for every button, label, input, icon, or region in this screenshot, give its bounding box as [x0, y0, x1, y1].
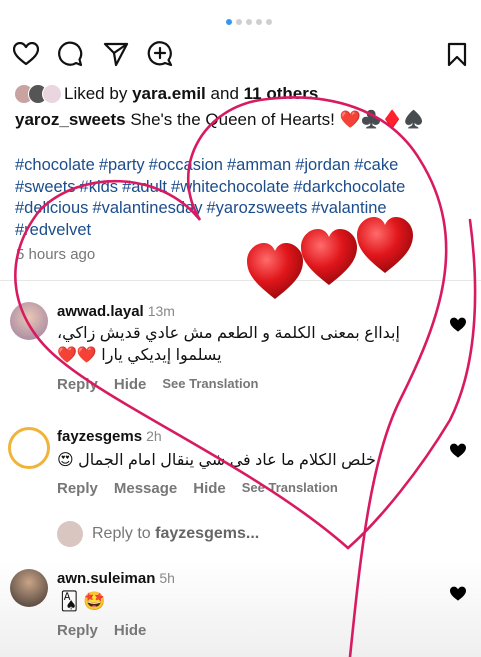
carousel-dots [226, 19, 272, 25]
hashtag[interactable]: #adult [122, 178, 167, 196]
comment-text-line: خلص الكلام ما عاد في شي ينقال امام الجما… [57, 452, 376, 469]
share-icon[interactable] [103, 41, 129, 67]
avatar [57, 521, 83, 547]
avatar[interactable] [10, 569, 48, 607]
comment-time: 2h [146, 428, 162, 444]
comment-username-text[interactable]: fayzesgems [57, 428, 142, 445]
carousel-dot [256, 19, 262, 25]
avatar[interactable] [8, 427, 50, 469]
post-author[interactable]: yaroz_sweets [15, 110, 126, 129]
hashtag[interactable]: #amman [227, 156, 291, 174]
hashtag[interactable]: #darkchocolate [293, 178, 405, 196]
hashtag[interactable]: #kids [80, 178, 119, 196]
comment-time: 13m [147, 303, 175, 319]
heart-icon [247, 243, 303, 299]
carousel-dot [236, 19, 242, 25]
liked-by-and: and [210, 84, 239, 103]
reply-button[interactable]: Reply [57, 622, 98, 639]
message-button[interactable]: Message [114, 480, 177, 497]
carousel-dot-active [226, 19, 232, 25]
hide-button[interactable]: Hide [114, 622, 147, 639]
liked-by-others[interactable]: 11 others [244, 84, 319, 104]
hashtag[interactable]: #redvelvet [15, 221, 91, 239]
comment-actions: Reply Hide See Translation [57, 376, 258, 393]
comment-icon[interactable] [57, 41, 83, 67]
comment-text-line: يسلموا إيديكي يارا ❤️❤️ [57, 347, 222, 364]
comment-username[interactable]: fayzesgems 2h [57, 428, 162, 445]
carousel-dot [246, 19, 252, 25]
comment-text: 🂡 🤩 [60, 591, 106, 611]
post-caption: yaroz_sweets She's the Queen of Hearts! … [15, 110, 424, 130]
bookmark-icon[interactable] [447, 42, 467, 67]
avatar [42, 84, 62, 104]
reply-to-prefix: Reply to [92, 525, 151, 542]
comment-username[interactable]: awn.suleiman 5h [57, 570, 175, 587]
comment-text: إبدااع بمعنى الكلمة و الطعم مش عادي قديش… [57, 323, 437, 367]
hashtag[interactable]: #jordan [295, 156, 350, 174]
hashtag[interactable]: #cake [354, 156, 398, 174]
heart-icon[interactable] [13, 42, 39, 66]
comment-time: 5h [159, 570, 175, 586]
remix-icon[interactable] [147, 40, 175, 68]
hide-button[interactable]: Hide [114, 376, 147, 393]
hashtag[interactable]: #chocolate [15, 156, 95, 174]
comment-username-text[interactable]: awwad.layal [57, 303, 144, 320]
hashtag[interactable]: #occasion [149, 156, 223, 174]
comment-username[interactable]: awwad.layal 13m [57, 303, 175, 320]
post-time: 5 hours ago [16, 246, 96, 263]
hashtag[interactable]: #sweets [15, 178, 76, 196]
heart-icon [357, 217, 413, 273]
carousel-dot [266, 19, 272, 25]
liker-avatars [14, 84, 62, 104]
liked-by-prefix: Liked by [64, 84, 128, 103]
heart-icon [301, 229, 357, 285]
comment-like-icon[interactable] [449, 586, 467, 602]
reply-button[interactable]: Reply [57, 376, 98, 393]
hashtag[interactable]: #whitechocolate [171, 178, 289, 196]
hide-button[interactable]: Hide [193, 480, 226, 497]
comment-like-icon[interactable] [449, 443, 467, 459]
reply-to-user: fayzesgems... [155, 525, 260, 542]
see-translation-button[interactable]: See Translation [242, 480, 338, 497]
reply-button[interactable]: Reply [57, 480, 98, 497]
liked-by-user[interactable]: yara.emil [132, 84, 206, 104]
hashtag[interactable]: #party [99, 156, 145, 174]
comment-actions: Reply Message Hide See Translation [57, 480, 338, 497]
comment-like-icon[interactable] [449, 317, 467, 333]
liked-by[interactable]: Liked by yara.emil and 11 others [14, 84, 318, 104]
avatar[interactable] [10, 302, 48, 340]
hashtag[interactable]: #delicious [15, 199, 88, 217]
comment-text: خلص الكلام ما عاد في شي ينقال امام الجما… [57, 450, 437, 472]
comment-actions: Reply Hide [57, 622, 146, 639]
red-hearts-sticker [247, 217, 413, 299]
comment-username-text[interactable]: awn.suleiman [57, 570, 155, 587]
see-translation-button[interactable]: See Translation [162, 376, 258, 393]
hashtag[interactable]: #valantinesday [92, 199, 202, 217]
caption-text: She's the Queen of Hearts! ❤️♣️♦️♠️ [130, 110, 425, 129]
reply-to-input[interactable]: Reply to fayzesgems... [92, 525, 259, 543]
comment-text-line: إبدااع بمعنى الكلمة و الطعم مش عادي قديش… [57, 325, 400, 342]
